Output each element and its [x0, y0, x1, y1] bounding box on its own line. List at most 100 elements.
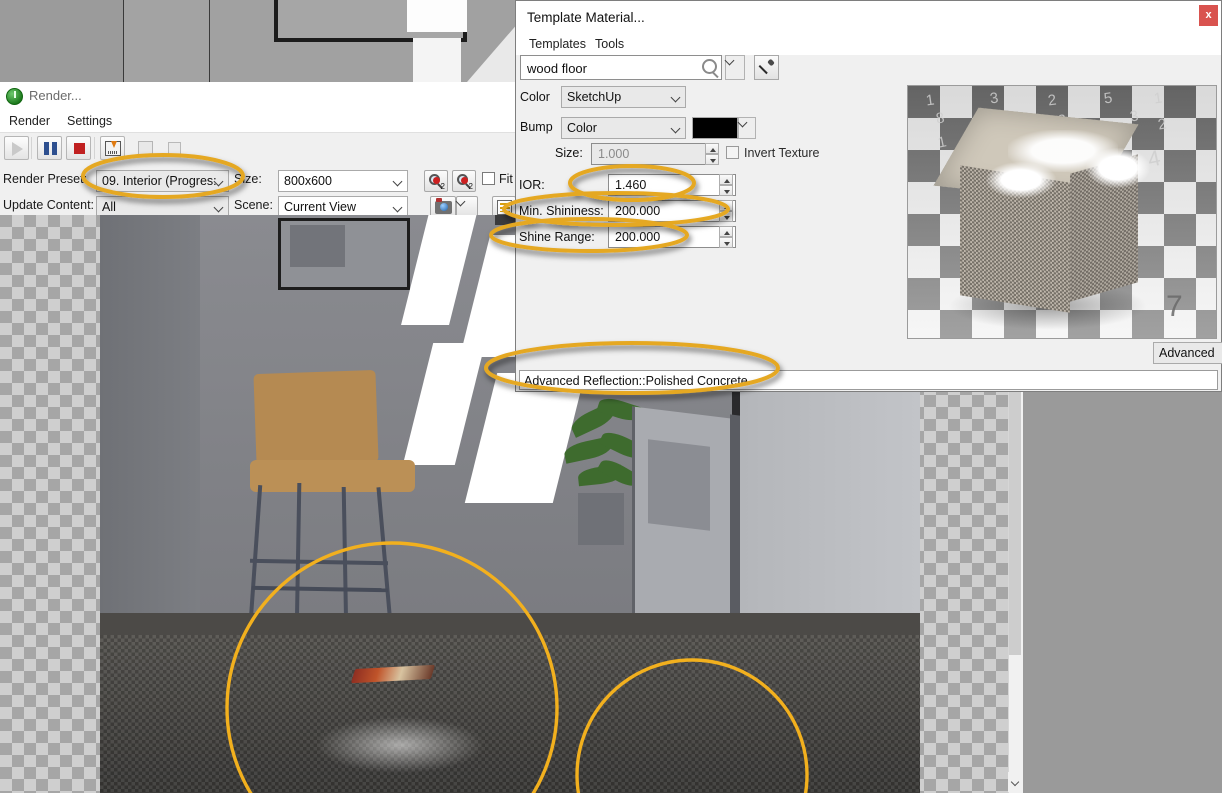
scene-chair-seat: [250, 460, 415, 492]
dialog-bottom-bar: [516, 341, 1221, 371]
status-bar-text: Advanced Reflection::Polished Concrete: [524, 374, 748, 388]
search-history-dropdown[interactable]: [725, 55, 745, 80]
play-render-button[interactable]: [4, 136, 29, 160]
dialog-menubar: Templates Tools: [516, 33, 1221, 55]
shine-range-stepper[interactable]: [719, 226, 733, 248]
toolbar-separator-2: [94, 137, 95, 159]
shine-range-label: Shine Range:: [519, 230, 595, 244]
size-input[interactable]: 1.000: [591, 143, 719, 165]
pause-icon: [44, 142, 57, 155]
stepper-down-icon[interactable]: [719, 237, 733, 248]
size-value: 800x600: [284, 174, 332, 188]
stepper-up-icon[interactable]: [705, 143, 719, 154]
viewport-scroll-down-arrow[interactable]: [1008, 772, 1022, 792]
bg-wall-mid: [124, 0, 210, 82]
export-button[interactable]: [162, 136, 187, 160]
stop-icon: [74, 143, 85, 154]
ior-input[interactable]: 1.460: [608, 174, 736, 196]
render-window-title: Render...: [29, 88, 82, 103]
render-logo-icon: [6, 88, 23, 105]
chevron-down-icon: [394, 177, 402, 185]
search-input-value: wood floor: [527, 61, 587, 76]
size-label: Size:: [555, 146, 583, 160]
scene-plant-pot: [578, 493, 624, 545]
render-preset-label: Render Preset:: [3, 172, 88, 186]
shine-range-input[interactable]: 200.000: [608, 226, 736, 248]
eyedropper-button[interactable]: [754, 55, 779, 80]
bg-edge-line-2: [209, 0, 210, 82]
update-content-value: All: [102, 200, 116, 214]
min-shininess-stepper[interactable]: [719, 200, 733, 222]
scene-polished-concrete-floor: [100, 635, 920, 793]
scene-label: Scene:: [234, 198, 273, 212]
min-shininess-input[interactable]: 200.000: [608, 200, 736, 222]
copy-image-button[interactable]: [133, 136, 158, 160]
close-icon[interactable]: x: [1199, 5, 1218, 26]
stepper-up-icon[interactable]: [719, 200, 733, 211]
eyedropper-icon: [760, 60, 774, 75]
camera-icon: [435, 198, 452, 214]
bg-sunlight-patch-2: [413, 38, 461, 82]
scene-wall-picture-inner: [290, 225, 345, 267]
stepper-up-icon[interactable]: [719, 226, 733, 237]
bump-color-dropdown[interactable]: [738, 117, 756, 139]
bump-select[interactable]: Color: [561, 117, 686, 139]
stepper-down-icon[interactable]: [705, 154, 719, 165]
color-value: SketchUp: [567, 90, 622, 104]
dialog-title: Template Material...: [527, 10, 645, 25]
bump-label: Bump: [520, 120, 553, 134]
zoom-in-button[interactable]: 2: [424, 170, 448, 192]
preview-specular-highlight-right: [1086, 148, 1150, 188]
menu-tools[interactable]: Tools: [590, 36, 629, 52]
scene-value: Current View: [284, 200, 357, 214]
search-input[interactable]: wood floor: [520, 55, 722, 80]
search-icon[interactable]: [702, 59, 717, 74]
export-icon: [168, 142, 181, 155]
material-preview-cube: 1 3 2 5 1 8 3 2 3 1 4 4 2 7: [908, 86, 1216, 338]
bg-sunlight-triangle: [467, 22, 519, 82]
ior-stepper[interactable]: [719, 174, 733, 196]
zoom-out-icon: [457, 174, 468, 185]
stepper-down-icon[interactable]: [719, 185, 733, 196]
menu-templates[interactable]: Templates: [524, 36, 591, 52]
size-stepper[interactable]: [705, 143, 719, 165]
render-preset-select[interactable]: 09. Interior (Progres:: [96, 170, 229, 192]
invert-texture-checkbox[interactable]: [726, 146, 739, 159]
chevron-down-icon: [672, 124, 680, 132]
pause-render-button[interactable]: [37, 136, 62, 160]
bg-edge-line-1: [123, 0, 124, 82]
bg-wall-left: [0, 0, 124, 82]
chevron-down-icon: [215, 203, 223, 211]
stop-render-button[interactable]: [66, 136, 91, 160]
status-bar[interactable]: Advanced Reflection::Polished Concrete: [519, 370, 1218, 390]
zoom-out-button[interactable]: 2: [452, 170, 476, 192]
toolbar-separator-1: [31, 137, 32, 159]
material-mode-select[interactable]: Advanced: [1153, 342, 1222, 364]
bump-color-swatch[interactable]: [692, 117, 738, 139]
size-select[interactable]: 800x600: [278, 170, 408, 192]
material-preview-panel[interactable]: 1 3 2 5 1 8 3 2 3 1 4 4 2 7: [907, 85, 1217, 339]
color-label: Color: [520, 90, 550, 104]
stepper-up-icon[interactable]: [719, 174, 733, 185]
chevron-down-icon: [215, 177, 223, 185]
scene-left-wall: [100, 215, 200, 635]
material-mode-value: Advanced: [1159, 346, 1215, 360]
color-select[interactable]: SketchUp: [561, 86, 686, 108]
dialog-titlebar[interactable]: Template Material...: [516, 1, 1221, 33]
render-preset-value: 09. Interior (Progres:: [102, 174, 217, 188]
bg-sunlight-patch-1: [407, 0, 467, 32]
scene-chair-back: [253, 369, 379, 467]
update-content-label: Update Content:: [3, 198, 95, 212]
save-image-button[interactable]: [100, 136, 125, 160]
bump-value: Color: [567, 121, 597, 135]
min-shininess-label: Min. Shininess:: [519, 204, 604, 218]
menu-settings[interactable]: Settings: [62, 113, 117, 129]
preview-number: 7: [1166, 290, 1183, 323]
zoom-in-icon: [429, 174, 440, 185]
stepper-down-icon[interactable]: [719, 211, 733, 222]
preview-specular-highlight-left: [986, 162, 1056, 198]
fit-to-window-checkbox[interactable]: [482, 172, 495, 185]
copy-icon: [138, 141, 153, 155]
menu-render[interactable]: Render: [4, 113, 55, 129]
size-label: Size:: [234, 172, 262, 186]
